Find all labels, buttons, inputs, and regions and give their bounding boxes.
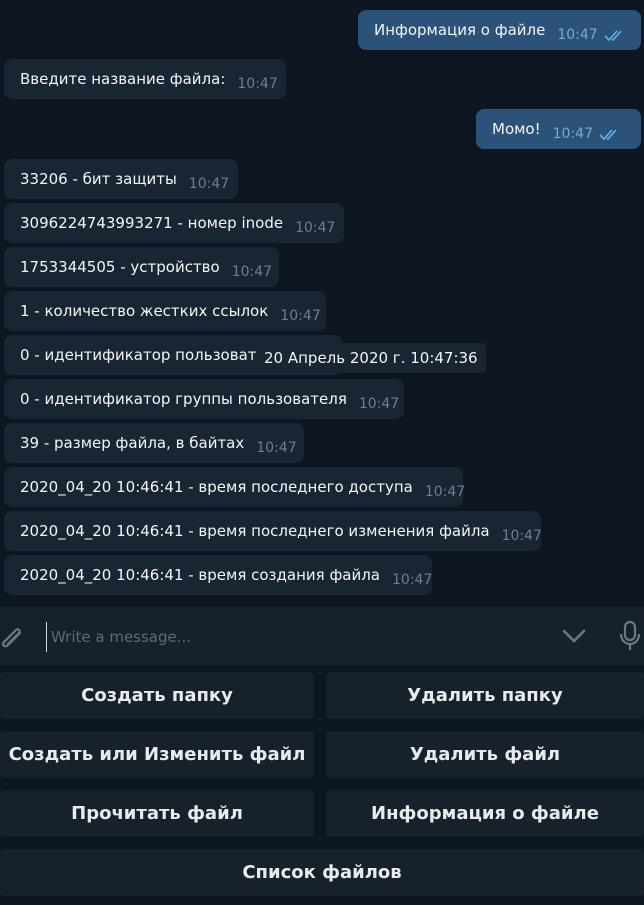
reply-keyboard: Создать папку Удалить папку Создать или … xyxy=(0,665,644,905)
chevron-down-icon[interactable] xyxy=(561,626,587,646)
list-files-button[interactable]: Список файлов xyxy=(0,849,644,896)
message-input[interactable] xyxy=(46,622,533,652)
message-time: 10:47 xyxy=(280,308,321,324)
message-time: 10:47 xyxy=(237,76,278,92)
message-incoming[interactable]: 1 - количество жестких ссылок 10:47 xyxy=(4,291,326,331)
message-text: 3096224743993271 - номер inode xyxy=(20,214,284,232)
message-time: 10:47 xyxy=(501,528,542,544)
message-outgoing[interactable]: Момо! 10:47 xyxy=(476,109,641,149)
message-time: 10:47 xyxy=(552,126,593,142)
message-outgoing[interactable]: Информация о файле 10:47 xyxy=(358,10,641,50)
message-text: 2020_04_20 10:46:41 - время создания фай… xyxy=(20,566,380,584)
message-text: 33206 - бит защиты xyxy=(20,170,177,188)
message-time: 10:47 xyxy=(424,484,466,500)
message-incoming[interactable]: 39 - размер файла, в байтах 10:47 xyxy=(4,423,304,463)
message-incoming[interactable]: 1753344505 - устройство 10:47 xyxy=(4,247,279,287)
message-time: 10:47 xyxy=(392,572,433,588)
file-info-button[interactable]: Информация о файле xyxy=(326,790,644,837)
delete-folder-button[interactable]: Удалить папку xyxy=(326,672,644,719)
message-text: Информация о файле xyxy=(374,21,546,39)
timestamp-tooltip: 20 Апрель 2020 г. 10:47:36 xyxy=(256,343,486,373)
message-time: 10:47 xyxy=(188,176,230,192)
message-text: 0 - идентификатор пользовате xyxy=(20,346,266,364)
create-folder-button[interactable]: Создать папку xyxy=(0,672,314,719)
chat-history: Информация о файле 10:47 Введите названи… xyxy=(0,0,644,606)
double-check-icon xyxy=(599,129,617,141)
message-incoming[interactable]: 2020_04_20 10:46:41 - время создания фай… xyxy=(4,555,432,595)
read-file-button[interactable]: Прочитать файл xyxy=(0,790,314,837)
delete-file-button[interactable]: Удалить файл xyxy=(326,731,644,778)
message-text: 0 - идентификатор группы пользователя xyxy=(20,390,347,408)
message-text: 1 - количество жестких ссылок xyxy=(20,302,269,320)
message-incoming[interactable]: 2020_04_20 10:46:41 - время последнего д… xyxy=(4,467,466,507)
message-text: 39 - размер файла, в байтах xyxy=(20,434,245,452)
message-text: 2020_04_20 10:46:41 - время последнего и… xyxy=(20,522,490,540)
message-time: 10:47 xyxy=(256,440,297,456)
message-time: 10:47 xyxy=(358,396,400,412)
message-incoming[interactable]: 0 - идентификатор группы пользователя 10… xyxy=(4,379,404,419)
paperclip-icon[interactable] xyxy=(0,621,28,653)
message-incoming[interactable]: Введите название файла: 10:47 xyxy=(4,59,286,99)
microphone-icon[interactable] xyxy=(618,620,642,652)
message-time: 10:47 xyxy=(295,220,336,236)
create-edit-file-button[interactable]: Создать или Изменить файл xyxy=(0,731,314,778)
message-time: 10:47 xyxy=(231,264,273,280)
message-text: Введите название файла: xyxy=(20,70,226,88)
message-time: 10:47 xyxy=(557,27,598,43)
message-incoming[interactable]: 2020_04_20 10:46:41 - время последнего и… xyxy=(4,511,542,551)
message-incoming[interactable]: 33206 - бит защиты 10:47 xyxy=(4,159,238,199)
message-incoming[interactable]: 3096224743993271 - номер inode 10:47 xyxy=(4,203,344,243)
message-text: 1753344505 - устройство xyxy=(20,258,220,276)
message-text: 2020_04_20 10:46:41 - время последнего д… xyxy=(20,478,413,496)
double-check-icon xyxy=(604,30,622,42)
message-text: Момо! xyxy=(492,120,541,138)
